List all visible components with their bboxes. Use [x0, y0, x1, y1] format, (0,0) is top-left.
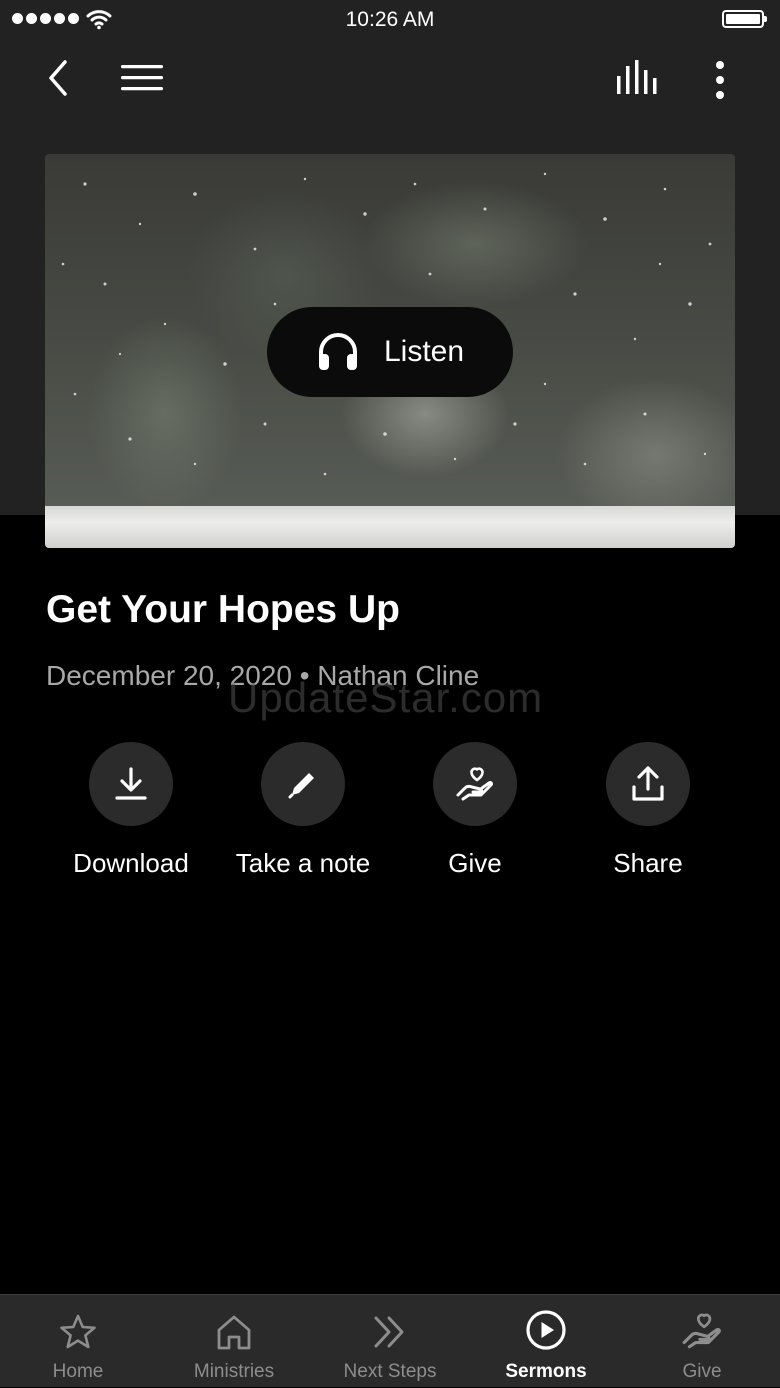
listen-button[interactable]: Listen	[267, 307, 513, 397]
star-icon	[60, 1314, 96, 1349]
house-icon	[217, 1315, 251, 1350]
sermon-artwork: Listen	[45, 154, 735, 548]
download-label: Download	[73, 848, 189, 878]
heart-hand-icon	[682, 1313, 721, 1349]
watermark-text: UpdateStar.com	[228, 674, 544, 721]
audio-bars-icon	[617, 60, 657, 94]
double-chevron-icon	[374, 1316, 404, 1348]
download-icon	[115, 767, 147, 800]
download-button[interactable]	[89, 742, 173, 826]
tab-home-label: Home	[52, 1361, 104, 1382]
take-note-label: Take a note	[235, 848, 371, 878]
give-label: Give	[448, 848, 502, 878]
sermon-title: Get Your Hopes Up	[46, 588, 400, 631]
take-note-button[interactable]	[261, 742, 345, 826]
take-note-action[interactable]: Take a note	[218, 742, 388, 879]
download-action[interactable]: Download	[46, 742, 216, 879]
back-button[interactable]	[36, 56, 80, 100]
play-circle-icon	[526, 1310, 566, 1350]
listen-label: Listen	[383, 335, 465, 368]
tab-sermons[interactable]: Sermons	[468, 1295, 624, 1388]
status-time: 10:26 AM	[345, 8, 435, 31]
heart-hand-icon	[456, 767, 494, 801]
share-action[interactable]: Share	[563, 742, 733, 879]
tab-next-steps-label: Next Steps	[343, 1361, 437, 1382]
snow-ledge	[45, 506, 735, 548]
tab-give-label: Give	[682, 1361, 722, 1382]
battery-icon	[722, 10, 767, 28]
bottom-tab-bar: Home Ministries Next Steps Sermons Give	[0, 1294, 780, 1387]
give-button[interactable]	[433, 742, 517, 826]
tab-ministries-label: Ministries	[193, 1361, 275, 1382]
tab-give[interactable]: Give	[624, 1295, 780, 1388]
status-bar: 10:26 AM	[0, 0, 780, 40]
share-button[interactable]	[606, 742, 690, 826]
pencil-icon	[288, 773, 314, 799]
more-options-button[interactable]	[702, 56, 738, 104]
menu-button[interactable]	[118, 56, 166, 100]
tab-next-steps[interactable]: Next Steps	[312, 1295, 468, 1388]
share-icon	[632, 766, 664, 801]
chevron-left-icon	[49, 60, 67, 96]
tab-home[interactable]: Home	[0, 1295, 156, 1388]
tab-ministries[interactable]: Ministries	[156, 1295, 312, 1388]
more-vertical-icon	[716, 61, 724, 99]
audio-button[interactable]	[612, 56, 664, 100]
tab-sermons-label: Sermons	[505, 1361, 587, 1382]
hamburger-menu-icon	[121, 65, 163, 91]
headphones-icon	[318, 333, 357, 370]
give-action[interactable]: Give	[390, 742, 560, 879]
share-label: Share	[613, 848, 683, 878]
